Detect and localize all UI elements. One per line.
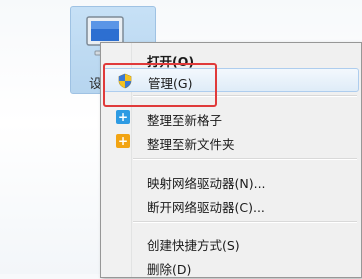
menu-item-organize-grid-label: 整理至新格子 [147, 113, 223, 128]
menu-item-delete-label: 删除(D) [147, 262, 192, 277]
menu-separator [133, 158, 357, 160]
menu-item-map-network-drive-label: 映射网络驱动器(N)... [147, 176, 266, 191]
menu-item-delete[interactable]: 删除(D) [103, 255, 359, 279]
menu-separator [133, 221, 357, 223]
menu-item-disconnect-network-drive[interactable]: 断开网络驱动器(C)... [103, 193, 359, 217]
plus-blue-icon: + [116, 110, 130, 124]
menu-item-organize-folder[interactable]: + 整理至新文件夹 [103, 130, 359, 154]
menu-item-map-network-drive[interactable]: 映射网络驱动器(N)... [103, 169, 359, 193]
menu-item-organize-grid[interactable]: + 整理至新格子 [103, 106, 359, 130]
menu-item-create-shortcut-label: 创建快捷方式(S) [147, 238, 240, 253]
menu-item-disconnect-network-drive-label: 断开网络驱动器(C)... [147, 200, 265, 215]
plus-orange-icon: + [116, 134, 130, 148]
menu-item-organize-folder-label: 整理至新文件夹 [147, 137, 235, 152]
highlight-annotation [103, 63, 217, 107]
menu-item-create-shortcut[interactable]: 创建快捷方式(S) [103, 231, 359, 255]
